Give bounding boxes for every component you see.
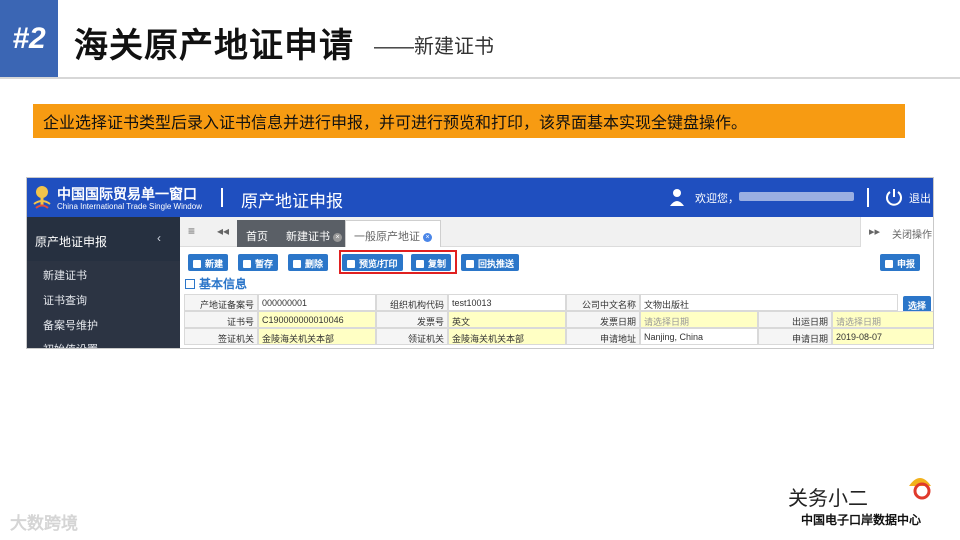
brand-name: 关务小二 [788,488,868,510]
tab-bar: ≡ ◂◂ 首页 新建证书 × 一般原产地证 × ▸▸ 关闭操作 [180,217,933,247]
new-button[interactable]: 新建 [188,254,229,271]
slide-header: #2 海关原产地证申请 ——新建证书 [0,0,960,77]
label-record-no: 产地证备案号 [184,294,258,311]
label-cert-no: 证书号 [184,311,258,328]
tab-new-cert[interactable]: 新建证书 × [277,220,351,247]
app-title: 原产地证申报 [241,192,343,211]
field-company-name[interactable]: 文物出版社 [640,294,898,311]
label-company-name: 公司中文名称 [566,294,640,311]
declare-button[interactable]: 申报 [880,254,921,271]
scroll-right-icon[interactable]: ▸▸ [869,225,880,238]
tab-home[interactable]: 首页 [237,220,277,247]
label-visa-authority: 签证机关 [184,328,258,345]
field-ship-date[interactable]: 请选择日期 [832,311,933,328]
tab-controls-right: ▸▸ 关闭操作 [860,217,933,247]
label-apply-address: 申请地址 [566,328,640,345]
menu-icon[interactable]: ≡ [188,224,195,238]
label-apply-date: 申请日期 [758,328,832,345]
new-button-label: 新建 [205,259,224,269]
brand-org: 中国电子口岸数据中心 [801,513,922,527]
sidebar-item-initial-settings[interactable]: 初始值设置 [43,341,98,348]
toolbar: 新建 暂存 删除 预览/打印 复制 回执推送 申报 [180,247,933,275]
brand-logo-icon [909,478,931,500]
trash-icon [293,260,301,268]
save-draft-button[interactable]: 暂存 [238,254,279,271]
logo-english-text: China International Trade Single Window [57,202,202,211]
sidebar-item-record-maintenance[interactable]: 备案号维护 [43,317,98,333]
receipt-push-button[interactable]: 回执推送 [461,254,520,271]
declare-button-label: 申报 [897,259,916,269]
save-button-label: 暂存 [255,259,274,269]
header-separator-right [867,188,869,207]
field-invoice-date[interactable]: 请选择日期 [640,311,758,328]
header-separator [221,188,223,207]
description-banner: 企业选择证书类型后录入证书信息并进行申报，并可进行预览和打印，该界面基本实现全键… [33,104,905,138]
close-icon[interactable]: × [423,233,432,242]
watermark-left: 大数跨境 [10,514,78,533]
close-operations-button[interactable]: 关闭操作 [892,226,932,241]
tab-general-origin[interactable]: 一般原产地证 × [345,220,441,247]
label-ship-date: 出运日期 [758,311,832,328]
field-org-code[interactable]: test10013 [448,294,566,311]
field-record-no[interactable]: 000000001 [258,294,376,311]
tab-general-origin-label: 一般原产地证 [354,231,420,243]
receipt-push-label: 回执推送 [478,259,515,269]
delete-button-label: 删除 [305,259,324,269]
logo-chinese-text: 中国国际贸易单一窗口 [57,186,197,202]
field-cert-no[interactable]: C190000000010046 [258,311,376,328]
message-icon [466,260,474,268]
upload-icon [885,260,893,268]
sidebar-item-new-cert[interactable]: 新建证书 [43,267,87,283]
edit-icon [185,279,195,289]
sidebar: 原产地证申报 ‹ 新建证书 证书查询 备案号维护 初始值设置 [27,217,180,348]
label-issuing-authority: 领证机关 [376,328,448,345]
slide-number: #2 [0,0,58,77]
scroll-left-icon[interactable]: ◂◂ [217,224,229,238]
section-basic-info-label: 基本信息 [199,277,248,291]
label-invoice-date: 发票日期 [566,311,640,328]
field-issuing-authority[interactable]: 金陵海关机关本部 [448,328,566,345]
field-visa-authority[interactable]: 金陵海关机关本部 [258,328,376,345]
app-screenshot: 中国国际贸易单一窗口 China International Trade Sin… [26,177,934,349]
header-divider [0,77,960,79]
close-icon[interactable]: × [333,233,342,242]
tab-home-label: 首页 [246,231,268,243]
user-icon [670,189,684,206]
field-invoice-no[interactable]: 英文 [448,311,566,328]
slide-title: 海关原产地证申请 [74,27,354,65]
label-org-code: 组织机构代码 [376,294,448,311]
customs-emblem-icon [33,186,51,209]
save-icon [243,260,251,268]
section-basic-info: 基本信息 [185,275,247,292]
logout-link[interactable]: 退出 [909,190,931,206]
tab-new-cert-label: 新建证书 [286,231,330,243]
chevron-left-icon[interactable]: ‹ [157,231,161,245]
welcome-text: 欢迎您， [695,193,739,205]
label-invoice-no: 发票号 [376,311,448,328]
highlight-frame [339,250,457,274]
power-icon[interactable] [885,187,903,207]
field-apply-address[interactable]: Nanjing, China [640,328,758,345]
slide-subtitle: ——新建证书 [374,36,494,58]
new-icon [193,260,201,268]
field-apply-date[interactable]: 2019-08-07 [832,328,933,345]
delete-button[interactable]: 删除 [288,254,329,271]
sidebar-header-label: 原产地证申报 [35,235,108,249]
app-header: 中国国际贸易单一窗口 China International Trade Sin… [27,178,933,217]
username-redacted [739,192,854,201]
sidebar-item-cert-query[interactable]: 证书查询 [43,292,87,308]
